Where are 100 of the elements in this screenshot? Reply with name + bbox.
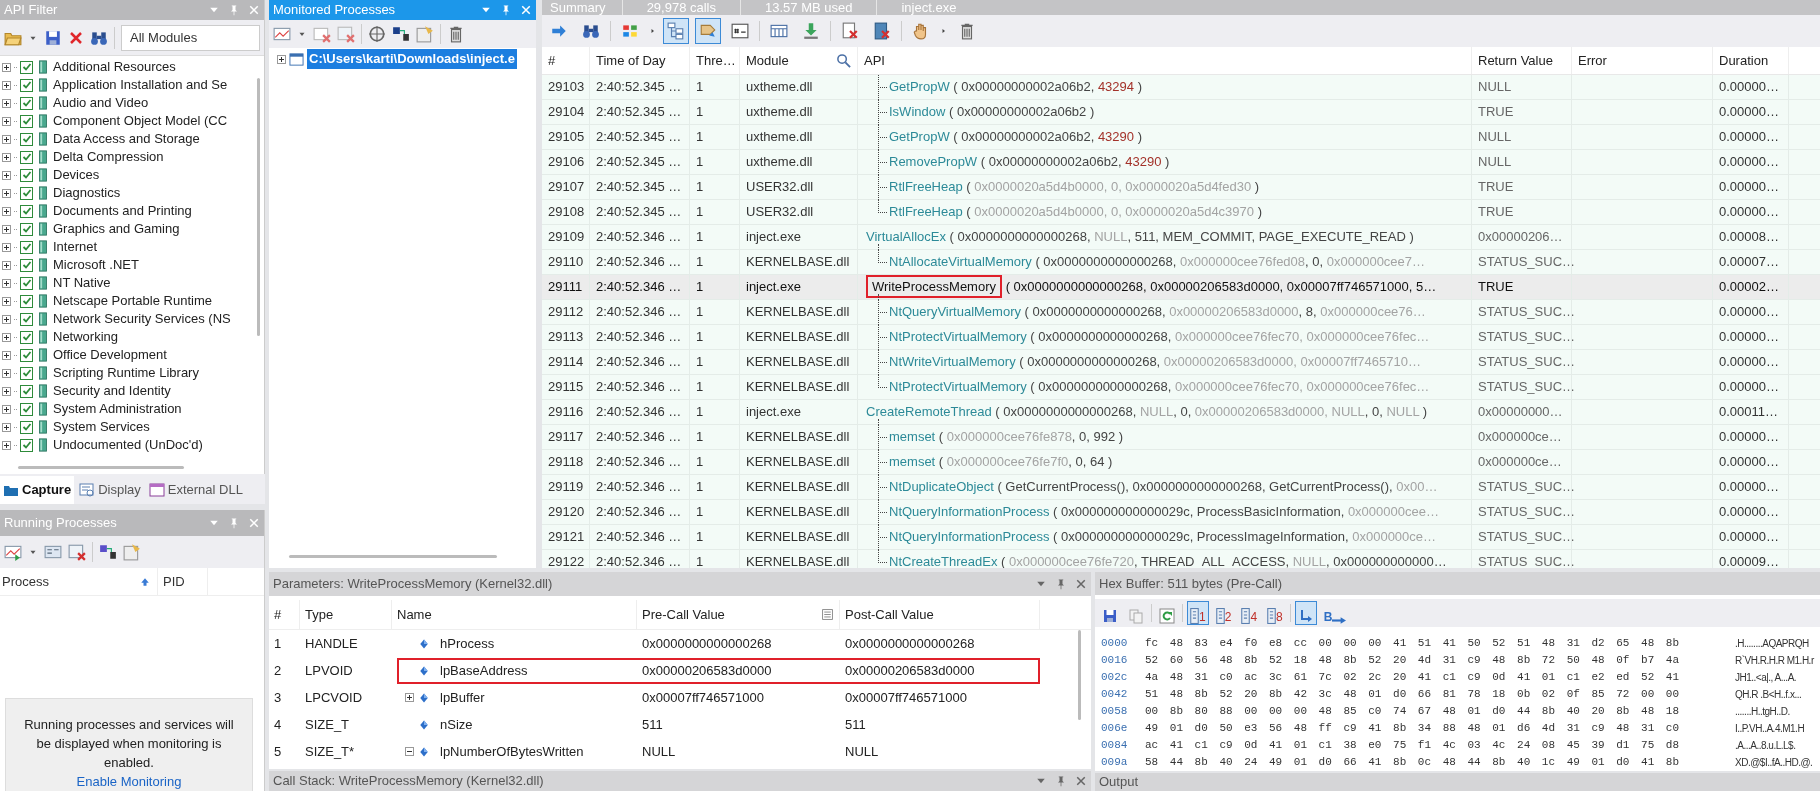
expand-icon[interactable] — [2, 404, 11, 414]
expand-icon[interactable] — [2, 350, 11, 360]
expand-icon[interactable] — [2, 314, 11, 324]
checkbox[interactable] — [20, 150, 33, 164]
checkbox[interactable] — [20, 258, 33, 272]
chart-icon[interactable] — [273, 25, 291, 43]
expand-icon[interactable] — [2, 116, 11, 126]
table-row[interactable]: 29110 2:40:52.346 … 1 KERNELBASE.dll NtAllocateVirtualMemory ( 0x0000000000000268, 0x000000cee76fed08, 0, 0x000000cee7… STATUS_SUC… 0.00007… — [542, 250, 1820, 275]
width-button[interactable]: 1 — [1187, 600, 1209, 625]
expand-icon[interactable] — [2, 332, 11, 342]
column-header[interactable]: Return Value — [1478, 50, 1553, 71]
column-header[interactable]: # — [548, 50, 556, 71]
forward-button[interactable]: B — [1320, 600, 1350, 625]
table-row[interactable]: 29108 2:40:52.345 … 1 USER32.dll RtlFreeHeap ( 0x0000020a5d4b0000, 0, 0x0000020a5d4c3970 ) TRUE 0.00000… — [542, 200, 1820, 225]
checkbox[interactable] — [20, 438, 33, 452]
table-row[interactable]: 29105 2:40:52.345 … 1 uxtheme.dll GetPropW ( 0x00000000002a06b2, 43290 ) NULL 0.00000… — [542, 125, 1820, 150]
checkbox[interactable] — [20, 348, 33, 362]
tree-item[interactable]: Networking — [53, 327, 119, 347]
checkbox[interactable] — [20, 78, 33, 92]
chart-delete-icon[interactable] — [313, 25, 331, 43]
table-row[interactable]: 29109 2:40:52.346 … 1 inject.exe VirtualAllocEx ( 0x0000000000000268, NULL, 511, MEM_COMMIT, PAGE_EXECUTE_READ ) 0x00000206… 0.00008… — [542, 225, 1820, 250]
column-header[interactable]: Pre-Call Value — [642, 604, 725, 625]
scrollbar[interactable] — [18, 465, 184, 469]
tree-item[interactable]: Netscape Portable Runtime — [53, 291, 212, 311]
table-row[interactable]: 29111 2:40:52.346 … 1 inject.exe WriteProcessMemory ( 0x0000000000000268, 0x00000206583d0000, 0x00007ff746571000, 5… TRUE 0.00002… — [542, 275, 1820, 300]
tree-item[interactable]: Data Access and Storage — [53, 129, 200, 149]
width-button[interactable]: 8 — [1264, 600, 1286, 625]
checkbox[interactable] — [20, 402, 33, 416]
column-header[interactable]: Duration — [1719, 50, 1769, 71]
table-row[interactable]: 29118 2:40:52.346 … 1 KERNELBASE.dll memset ( 0x000000cee76fe7f0, 0, 64 ) 0x000000ce… 0.00000… — [542, 450, 1820, 475]
table-row[interactable]: 29121 2:40:52.346 … 1 KERNELBASE.dll NtQueryInformationProcess ( 0x000000000000029c, ProcessImageInformation, 0x000000ce… STATUS_SUC… 0.00000… — [542, 525, 1820, 550]
scrollbar[interactable] — [289, 555, 497, 558]
tree-item[interactable]: Internet — [53, 237, 98, 257]
width-button[interactable]: 2 — [1212, 600, 1235, 625]
tab[interactable]: Capture — [0, 476, 75, 504]
column-header[interactable]: Process — [2, 571, 49, 592]
tree-item[interactable]: Office Development — [53, 345, 167, 365]
table-row[interactable]: 29112 2:40:52.346 … 1 KERNELBASE.dll NtQueryVirtualMemory ( 0x0000000000000268, 0x00000206583d0000, 8, 0x000000cee76… STATUS_SUC… 0.00000… — [542, 300, 1820, 325]
properties-icon[interactable] — [123, 543, 141, 561]
checkbox[interactable] — [20, 312, 33, 326]
checkbox[interactable] — [20, 204, 33, 218]
sheet-icon[interactable] — [821, 608, 834, 621]
tree-item[interactable]: Devices — [53, 165, 100, 185]
expand-icon[interactable] — [2, 206, 11, 216]
table-row[interactable]: 29117 2:40:52.346 … 1 KERNELBASE.dll memset ( 0x000000cee76fe878, 0, 992 ) 0x000000ce… 0.00000… — [542, 425, 1820, 450]
tree-item[interactable]: NT Native — [53, 273, 111, 293]
column-header[interactable]: PID — [163, 571, 185, 592]
collapse-icon[interactable] — [405, 747, 414, 756]
process-link-icon[interactable] — [99, 543, 117, 561]
process-link-icon[interactable] — [392, 25, 410, 43]
expand-icon[interactable] — [2, 224, 11, 234]
expand-icon[interactable] — [2, 98, 11, 108]
expand-icon[interactable] — [2, 422, 11, 432]
tree-item[interactable]: Security and Identity — [53, 381, 171, 401]
checkbox[interactable] — [20, 222, 33, 236]
table-row[interactable]: 29107 2:40:52.345 … 1 USER32.dll RtlFreeHeap ( 0x0000020a5d4b0000, 0, 0x0000020a5d4fed30 ) TRUE 0.00000… — [542, 175, 1820, 200]
tag-button[interactable] — [695, 18, 721, 44]
window-delete-icon[interactable] — [337, 25, 355, 43]
checkbox[interactable] — [20, 276, 33, 290]
process-tree-item[interactable]: C:\Users\karti\Downloads\inject.e — [307, 49, 517, 69]
expand-icon[interactable] — [2, 62, 11, 72]
crosshair-icon[interactable] — [368, 25, 386, 43]
settings-icon[interactable] — [44, 543, 62, 561]
expand-icon[interactable] — [2, 134, 11, 144]
checkbox[interactable] — [20, 114, 33, 128]
expand-icon[interactable] — [2, 368, 11, 378]
table-row[interactable]: 29114 2:40:52.346 … 1 KERNELBASE.dll NtWriteVirtualMemory ( 0x0000000000000268, 0x00000206583d0000, 0x00007ff7465710… STATUS_SUC… 0.00000… — [542, 350, 1820, 375]
table-row[interactable]: 29104 2:40:52.345 … 1 uxtheme.dll IsWindow ( 0x00000000002a06b2 ) TRUE 0.00000… — [542, 100, 1820, 125]
checkbox[interactable] — [20, 330, 33, 344]
checkbox[interactable] — [20, 366, 33, 380]
tree-item[interactable]: Microsoft .NET — [53, 255, 139, 275]
expand-icon[interactable] — [2, 170, 11, 180]
checkbox[interactable] — [20, 384, 33, 398]
column-header[interactable]: Module — [746, 50, 789, 71]
checkbox[interactable] — [20, 96, 33, 110]
checkbox[interactable] — [20, 168, 33, 182]
table-row[interactable]: 29115 2:40:52.346 … 1 KERNELBASE.dll NtProtectVirtualMemory ( 0x0000000000000268, 0x000000cee76fec70, 0x000000cee76fec… STATUS_SUC… 0.00000… — [542, 375, 1820, 400]
table-row[interactable]: 29116 2:40:52.346 … 1 inject.exe CreateRemoteThread ( 0x0000000000000268, NULL, 0, 0x00000206583d0000, NULL, 0, NULL ) 0x00000000… 0.00011… — [542, 400, 1820, 425]
checkbox[interactable] — [20, 240, 33, 254]
tree-item[interactable]: System Administration — [53, 399, 182, 419]
checkbox[interactable] — [20, 420, 33, 434]
expand-icon[interactable] — [2, 440, 11, 450]
expand-icon[interactable] — [2, 296, 11, 306]
search-icon[interactable] — [836, 53, 851, 68]
tree-item[interactable]: Component Object Model (CC — [53, 111, 228, 131]
scrollbar[interactable] — [1078, 630, 1081, 720]
tree-item[interactable]: Network Security Services (NS — [53, 309, 231, 329]
expand-icon[interactable] — [2, 152, 11, 162]
column-header[interactable]: Post-Call Value — [845, 604, 934, 625]
column-header[interactable]: API — [864, 50, 885, 71]
column-header[interactable]: Error — [1578, 50, 1607, 71]
expand-icon[interactable] — [2, 386, 11, 396]
table-row[interactable]: 29103 2:40:52.345 … 1 uxtheme.dll GetPropW ( 0x00000000002a06b2, 43294 ) NULL 0.00000… — [542, 75, 1820, 100]
chart-icon[interactable] — [4, 543, 22, 561]
checkbox[interactable] — [20, 294, 33, 308]
expand-icon[interactable] — [277, 54, 286, 64]
tree-item[interactable]: Audio and Video — [53, 93, 149, 113]
delete-icon[interactable] — [68, 29, 84, 46]
table-row[interactable]: 29113 2:40:52.346 … 1 KERNELBASE.dll NtProtectVirtualMemory ( 0x0000000000000268, 0x000000cee76fec70, 0x000000cee76fec… STATUS_SUC… 0.00000… — [542, 325, 1820, 350]
return-button[interactable] — [1294, 600, 1317, 625]
